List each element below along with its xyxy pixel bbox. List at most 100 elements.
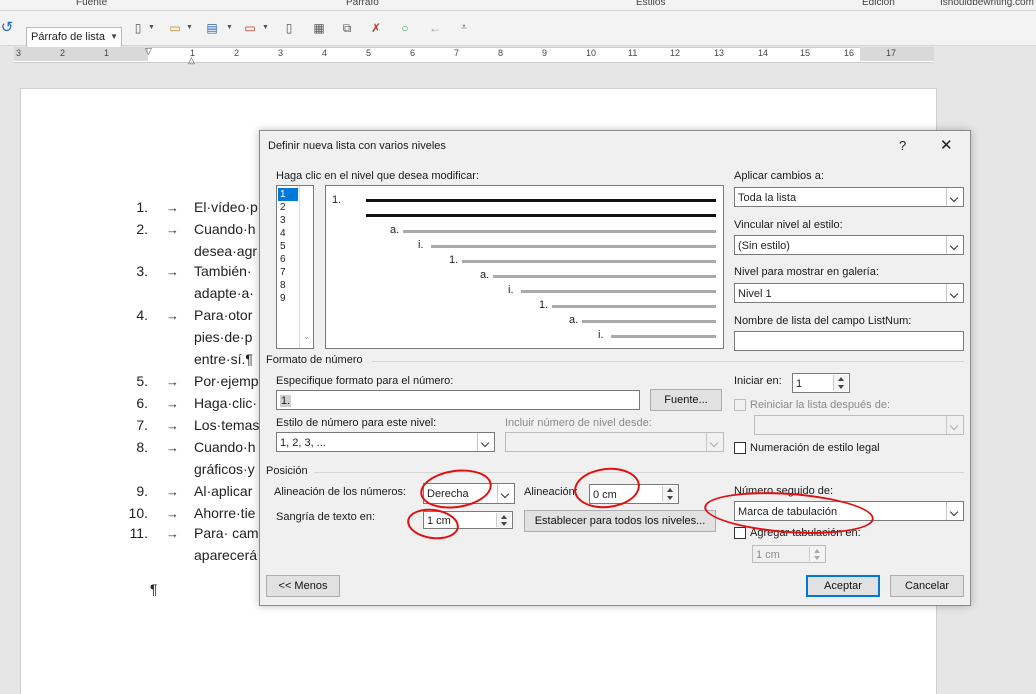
add-tab-spinner[interactable]: 1 cm xyxy=(752,545,826,563)
number-format-input[interactable]: 1. xyxy=(276,390,640,410)
list-item: Al·aplicar xyxy=(194,483,253,499)
chevron-down-icon[interactable] xyxy=(946,236,963,254)
tab-arrow: → xyxy=(166,418,179,433)
list-item: También· xyxy=(194,263,252,279)
level-list-scrollbar[interactable]: ⌄ xyxy=(299,186,314,348)
apply-changes-label: Aplicar cambios a: xyxy=(734,170,824,182)
font-button[interactable]: Fuente... xyxy=(650,389,722,411)
tab-arrow: → xyxy=(166,440,179,455)
level-item[interactable]: 8 xyxy=(278,279,298,292)
help-button[interactable]: ? xyxy=(899,138,906,153)
list-item: Cuando·h xyxy=(194,221,256,237)
preview-line xyxy=(366,199,716,202)
ruler-number: 15 xyxy=(800,48,811,58)
list-number: 6. xyxy=(136,395,148,411)
ruler-number: 8 xyxy=(498,48,504,58)
list-item: Los·temas xyxy=(194,417,260,433)
delete-document-icon[interactable]: ✗ xyxy=(369,21,383,35)
scroll-down-icon[interactable]: ⌄ xyxy=(303,332,310,341)
apply-changes-select[interactable]: Toda la lista xyxy=(734,187,964,207)
listnum-field[interactable] xyxy=(734,331,964,351)
list-number: 5. xyxy=(136,373,148,389)
ribbon-group-editing: Edición xyxy=(862,0,895,8)
list-item: Para·otor xyxy=(194,307,253,323)
chevron-down-icon[interactable] xyxy=(477,433,494,451)
less-button[interactable]: << Menos xyxy=(266,575,340,597)
chevron-down-icon[interactable] xyxy=(946,416,963,434)
preview-label: a. xyxy=(569,314,579,326)
tab-arrow: → xyxy=(166,484,179,499)
document-list: 1. → El·vídeo·p 2. → Cuando·h desea·agr … xyxy=(0,0,260,693)
level-item[interactable]: 5 xyxy=(278,240,298,253)
list-number: 3. xyxy=(136,263,148,279)
position-section: Posición xyxy=(266,465,308,477)
preview-line xyxy=(521,290,716,293)
ruler-number: 4 xyxy=(322,48,328,58)
level-list[interactable]: 1 2 3 4 5 6 7 8 9 ⌄ xyxy=(276,185,314,349)
ruler-number: 11 xyxy=(628,48,638,58)
restart-list-select[interactable] xyxy=(754,415,964,435)
legal-numbering-checkbox[interactable] xyxy=(734,442,746,454)
copy-format-icon[interactable]: ⧉ xyxy=(340,21,354,35)
chevron-down-icon[interactable]: ▼ xyxy=(262,24,269,31)
spinner-arrows[interactable] xyxy=(809,547,824,561)
level-item[interactable]: 4 xyxy=(278,227,298,240)
list-number: 1. xyxy=(136,199,148,215)
section-divider xyxy=(314,472,964,473)
close-button[interactable]: ✕ xyxy=(940,136,953,154)
restart-list-checkbox[interactable] xyxy=(734,399,746,411)
number-style-value: 1, 2, 3, ... xyxy=(280,437,326,449)
preview-line xyxy=(462,260,716,263)
chevron-down-icon[interactable] xyxy=(497,484,514,503)
customize-toolbar-icon[interactable]: ⩡ xyxy=(457,21,471,35)
add-tab-checkbox[interactable] xyxy=(734,527,746,539)
level-item[interactable]: 3 xyxy=(278,214,298,227)
restart-list-label: Reiniciar la lista después de: xyxy=(750,399,891,411)
ruler-number: 9 xyxy=(542,48,548,58)
ribbon-group-styles: Estilos xyxy=(636,0,666,8)
level-item[interactable]: 2 xyxy=(278,201,298,214)
number-format-section: Formato de número xyxy=(266,354,363,366)
level-item[interactable]: 9 xyxy=(278,292,298,305)
level-item[interactable]: 6 xyxy=(278,253,298,266)
chevron-down-icon[interactable] xyxy=(946,188,963,206)
number-style-label: Estilo de número para este nivel: xyxy=(276,417,437,429)
ruler-number: 17 xyxy=(886,48,897,58)
chevron-down-icon[interactable] xyxy=(946,284,963,302)
level-item[interactable]: 7 xyxy=(278,266,298,279)
number-style-select[interactable]: 1, 2, 3, ... xyxy=(276,432,495,452)
ok-button[interactable]: Aceptar xyxy=(806,575,880,597)
gallery-level-label: Nivel para mostrar en galería: xyxy=(734,266,879,278)
list-number: 11. xyxy=(129,525,148,541)
ribbon-group-custom: Ishouldbewriting.com xyxy=(940,0,1034,8)
number-alignment-label: Alineación de los números: xyxy=(274,486,407,498)
table-icon[interactable]: ▦ xyxy=(312,21,326,35)
include-level-select[interactable] xyxy=(505,432,724,452)
preview-line xyxy=(431,245,716,248)
list-number: 9. xyxy=(136,483,148,499)
tab-arrow: → xyxy=(166,374,179,389)
spinner-arrows[interactable] xyxy=(833,375,848,391)
blank-page-icon[interactable]: ▯ xyxy=(282,21,296,35)
ruler-number: 14 xyxy=(758,48,769,58)
chevron-down-icon[interactable] xyxy=(706,433,723,451)
cancel-button[interactable]: Cancelar xyxy=(890,575,964,597)
circle-icon[interactable]: ○ xyxy=(398,21,412,35)
spinner-arrows[interactable] xyxy=(662,486,677,502)
gallery-level-select[interactable]: Nivel 1 xyxy=(734,283,964,303)
ruler-number: 7 xyxy=(454,48,460,58)
set-all-levels-button[interactable]: Establecer para todos los niveles... xyxy=(524,510,716,532)
chevron-down-icon[interactable] xyxy=(946,502,963,520)
preview-label: a. xyxy=(480,269,490,281)
pilcrow-mark: ¶ xyxy=(150,581,158,597)
preview-label: i. xyxy=(418,239,424,251)
list-number: 2. xyxy=(136,221,148,237)
tab-arrow: → xyxy=(166,264,179,279)
link-style-select[interactable]: (Sin estilo) xyxy=(734,235,964,255)
spinner-arrows[interactable] xyxy=(496,513,511,527)
level-item[interactable]: 1 xyxy=(278,188,298,201)
start-at-spinner[interactable]: 1 xyxy=(792,373,850,393)
aligned-at-label: Alineación: xyxy=(524,486,578,498)
include-level-label: Incluir número de nivel desde: xyxy=(505,417,652,429)
back-arrow-icon[interactable]: ← xyxy=(428,21,442,35)
